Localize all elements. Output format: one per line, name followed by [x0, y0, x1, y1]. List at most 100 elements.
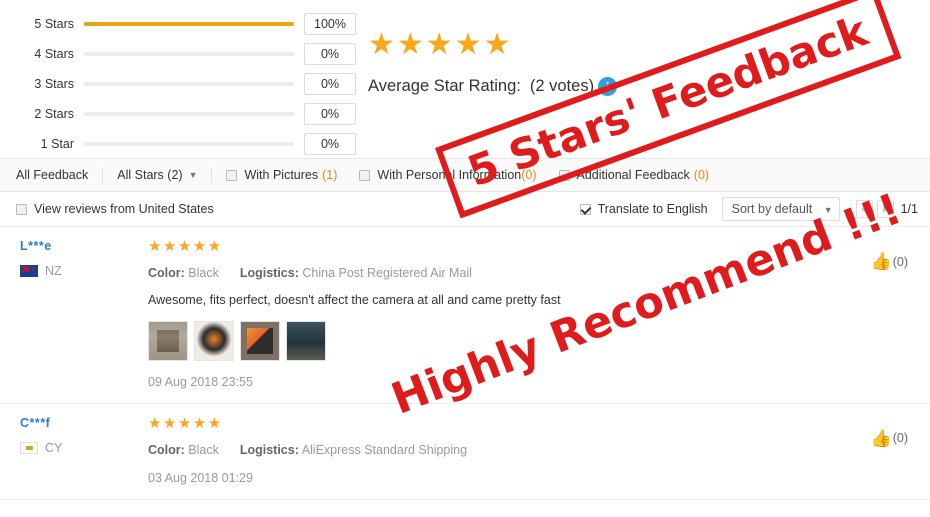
review-logistics-label: Logistics: — [239, 442, 299, 457]
review-stars-icon: ★★★★★ — [148, 238, 223, 255]
filter-with-personal-information-count: (0) — [521, 168, 537, 182]
review-like-block[interactable]: 👍 (0) — [871, 430, 908, 447]
checkbox-additional-feedback[interactable] — [558, 169, 570, 181]
pagination-prev-button[interactable] — [855, 200, 873, 218]
divider — [211, 167, 213, 183]
rating-bar-track — [84, 112, 294, 116]
filter-view-reviews-from-country-label: View reviews from United States — [34, 202, 214, 216]
review-color-label: Color: — [148, 442, 185, 457]
review-color-label: Color: — [148, 266, 185, 280]
flag-icon-cy — [20, 441, 38, 454]
tab-all-feedback[interactable]: All Feedback — [16, 168, 88, 182]
chevron-down-icon: ▼ — [188, 170, 198, 180]
review-thumbnail-image[interactable] — [148, 320, 188, 361]
rating-bar-row: 2 Stars 0% — [0, 99, 356, 129]
filter-with-personal-information-label: With Personal Information — [377, 168, 522, 182]
review-color-value: Black — [188, 442, 219, 457]
review-color-value: Black — [188, 266, 219, 280]
checkbox-with-personal-information[interactable] — [359, 169, 371, 181]
average-stars-icon: ★★★★★ — [368, 28, 513, 61]
checkbox-with-pictures[interactable] — [226, 169, 238, 181]
review-item: L***e NZ ★★★★★ Color: Black Logistics: C… — [0, 227, 930, 404]
rating-bar-fill — [84, 22, 294, 26]
rating-bar-label: 4 Stars — [34, 47, 74, 61]
rating-bar-track — [84, 52, 294, 56]
review-body: ★★★★★ Color: Black Logistics: AliExpress… — [148, 416, 930, 499]
pagination: 1/1 — [855, 200, 918, 218]
toggle-translate-to-english-label: Translate to English — [597, 202, 708, 216]
review-logistics-value: AliExpress Standard Shipping — [301, 442, 468, 457]
review-country: NZ — [20, 264, 140, 278]
review-thumbnails — [148, 320, 860, 361]
rating-bar-row: 1 Star 0% — [0, 129, 356, 159]
review-meta: Color: Black Logistics: AliExpress Stand… — [148, 443, 860, 457]
rating-bar-percent: 0% — [304, 43, 356, 65]
rating-bars: 5 Stars 100% 4 Stars 0% 3 Stars 0% 2 Sta… — [0, 9, 356, 159]
rating-bar-label: 2 Stars — [34, 107, 74, 121]
feedback-tools-row: View reviews from United States Translat… — [0, 192, 930, 227]
tab-all-feedback-label: All Feedback — [16, 168, 89, 182]
rating-summary: 5 Stars 100% 4 Stars 0% 3 Stars 0% 2 Sta… — [0, 0, 930, 158]
feedback-filter-bar: All Feedback All Stars (2) ▼ With Pictur… — [0, 158, 930, 192]
review-like-block[interactable]: 👍 (0) — [871, 253, 908, 270]
filter-with-pictures-label: With Pictures — [244, 168, 319, 182]
rating-bar-label: 5 Stars — [34, 17, 74, 31]
rating-bar-track — [84, 142, 294, 146]
average-rating-label: Average Star Rating: — [368, 77, 521, 95]
review-meta: Color: Black Logistics: China Post Regis… — [148, 266, 860, 280]
filter-additional-feedback-label: Additional Feedback — [576, 168, 690, 182]
review-thumbnail-image[interactable] — [286, 320, 326, 361]
checkbox-translate-to-english[interactable] — [579, 203, 591, 215]
review-body: ★★★★★ Color: Black Logistics: China Post… — [148, 239, 930, 403]
filter-with-pictures[interactable]: With Pictures (1) — [226, 168, 337, 182]
review-item: C***f CY ★★★★★ Color: Black Logistics: A… — [0, 404, 930, 500]
review-user-block: L***e NZ — [20, 239, 140, 278]
review-date: 03 Aug 2018 01:29 — [148, 470, 253, 485]
review-username[interactable]: L***e — [20, 239, 140, 253]
review-logistics-value: China Post Registered Air Mail — [302, 266, 472, 280]
info-icon[interactable]: i — [598, 77, 618, 96]
review-date: 09 Aug 2018 23:55 — [148, 374, 253, 389]
review-country-code: CY — [45, 440, 63, 455]
thumbs-up-icon[interactable]: 👍 — [871, 253, 892, 270]
rating-bar-percent: 0% — [304, 73, 356, 95]
rating-bar-percent: 0% — [304, 103, 356, 125]
vote-count: (2 votes) — [529, 77, 595, 95]
review-username[interactable]: C***f — [20, 416, 140, 430]
filter-additional-feedback-count: (0) — [693, 168, 710, 182]
rating-bar-track — [84, 82, 294, 86]
rating-bar-row: 4 Stars 0% — [0, 39, 356, 69]
dropdown-all-stars-label: All Stars (2) — [117, 168, 183, 182]
rating-bar-label: 3 Stars — [34, 77, 74, 91]
review-logistics-label: Logistics: — [239, 266, 299, 280]
filter-view-reviews-from-country[interactable]: View reviews from United States — [16, 202, 214, 216]
review-like-count: (0) — [892, 254, 908, 269]
review-user-block: C***f CY — [20, 416, 140, 455]
rating-bar-row: 5 Stars 100% — [0, 9, 356, 39]
rating-bar-label: 1 Star — [40, 137, 74, 151]
pagination-indicator: 1/1 — [900, 202, 918, 216]
filter-with-personal-information[interactable]: With Personal Information (0) — [359, 168, 537, 182]
feedback-page: 5 Stars 100% 4 Stars 0% 3 Stars 0% 2 Sta… — [0, 0, 930, 517]
review-country: CY — [20, 441, 140, 455]
flag-icon-nz — [20, 264, 38, 277]
filter-with-pictures-count: (1) — [322, 168, 338, 182]
review-stars-icon: ★★★★★ — [148, 414, 223, 432]
sort-dropdown[interactable]: Sort by default ▼ — [721, 197, 840, 221]
review-thumbnail-image[interactable] — [194, 320, 234, 361]
rating-bar-percent: 0% — [304, 133, 356, 155]
average-rating-block: ★★★★★ Average Star Rating: (2 votes) i — [368, 28, 618, 96]
rating-bar-track — [84, 22, 294, 26]
thumbs-up-icon[interactable]: 👍 — [871, 430, 892, 447]
filter-additional-feedback[interactable]: Additional Feedback (0) — [558, 168, 710, 182]
review-thumbnail-image[interactable] — [240, 320, 280, 361]
pagination-next-button[interactable] — [876, 200, 894, 218]
tools-right-group: Translate to English Sort by default ▼ 1… — [579, 197, 918, 221]
rating-bar-percent: 100% — [304, 13, 356, 35]
rating-bar-row: 3 Stars 0% — [0, 69, 356, 99]
divider — [102, 167, 104, 183]
review-country-code: NZ — [45, 264, 62, 278]
toggle-translate-to-english[interactable]: Translate to English — [579, 202, 708, 216]
checkbox-view-reviews-from-country[interactable] — [16, 203, 27, 215]
dropdown-all-stars[interactable]: All Stars (2) ▼ — [117, 168, 197, 182]
